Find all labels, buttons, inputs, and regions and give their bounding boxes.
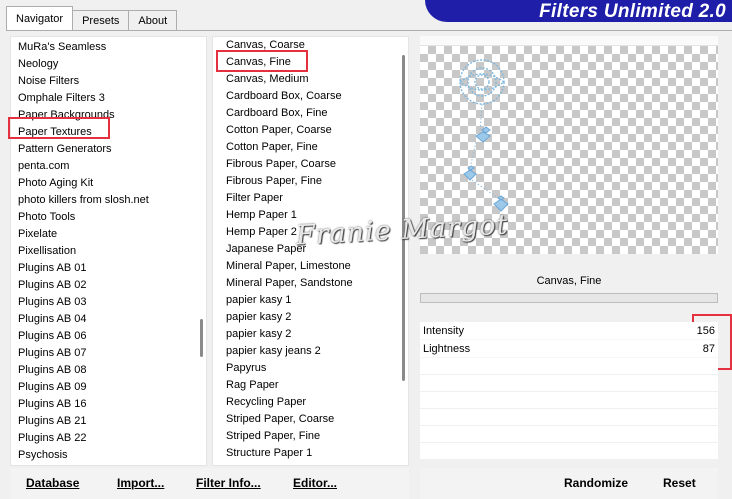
category-list[interactable]: MuRa's Seamless Neology Noise Filters Ompha… (10, 36, 207, 466)
filter-list-item[interactable]: Canvas, Coarse (219, 37, 396, 54)
randomize-button[interactable]: Randomize (564, 476, 628, 490)
filter-list-item[interactable]: Canvas, Fine (219, 54, 396, 71)
import-button[interactable]: Import... (117, 476, 164, 490)
reset-button[interactable]: Reset (663, 476, 696, 490)
filter-list-item[interactable]: Papyrus (219, 360, 396, 377)
filter-list-item[interactable]: papier kasy 2 (219, 326, 396, 343)
filter-list-item[interactable]: Canvas, Medium (219, 71, 396, 88)
filter-list-item[interactable]: Striped Paper, Coarse (219, 411, 396, 428)
app-title: Filters Unlimited 2.0 (539, 1, 726, 22)
category-list-item[interactable]: Neology (11, 56, 194, 73)
param-intensity[interactable]: Intensity 156 (420, 322, 718, 340)
param-value[interactable]: 156 (688, 325, 718, 337)
category-list-item[interactable]: Plugins AB 02 (11, 277, 194, 294)
filter-list-item[interactable]: Mineral Paper, Sandstone (219, 275, 396, 292)
filter-list-item[interactable]: papier kasy 1 (219, 292, 396, 309)
category-items: MuRa's Seamless Neology Noise Filters Ompha… (11, 39, 194, 464)
tab-navigator[interactable]: Navigator (6, 6, 74, 30)
category-list-item[interactable]: Pattern Generators (11, 141, 194, 158)
category-list-item[interactable]: photo killers from slosh.net (11, 192, 194, 209)
category-list-item[interactable]: Noise Filters (11, 73, 194, 90)
filter-list-item[interactable]: Cotton Paper, Fine (219, 139, 396, 156)
category-list-item[interactable]: Plugins AB 16 (11, 396, 194, 413)
category-list-item[interactable]: penta.com (11, 158, 194, 175)
decor-ornament (459, 59, 506, 105)
database-button[interactable]: Database (26, 476, 79, 490)
filter-list-item[interactable]: Cotton Paper, Coarse (219, 122, 396, 139)
filter-list-item[interactable]: Mineral Paper, Limestone (219, 258, 396, 275)
category-list-item[interactable]: Pixelate (11, 226, 194, 243)
editor-button[interactable]: Editor... (293, 476, 337, 490)
category-list-item[interactable]: Plugins AB 07 (11, 345, 194, 362)
param-label: Intensity (423, 324, 464, 337)
app-banner: Filters Unlimited 2.0 (425, 0, 732, 22)
tab-bar-divider (6, 30, 732, 31)
preview-frame-top (420, 36, 718, 46)
filter-list-item[interactable]: Filter Paper (219, 190, 396, 207)
progress-bar (420, 293, 718, 303)
category-list-item[interactable]: Paper Textures (11, 124, 194, 141)
category-list-item[interactable]: Plugins AB 08 (11, 362, 194, 379)
category-list-item[interactable]: Plugins AB 22 (11, 430, 194, 447)
category-list-item[interactable]: Omphale Filters 3 (11, 90, 194, 107)
category-scroll-thumb[interactable] (200, 319, 203, 357)
filter-list[interactable]: Canvas, Coarse Canvas, Fine Canvas, Medium… (212, 36, 409, 466)
param-lightness[interactable]: Lightness 87 (420, 340, 718, 358)
filter-info-button[interactable]: Filter Info... (196, 476, 261, 490)
param-empty-row (420, 409, 718, 426)
category-list-item[interactable]: Psychosis (11, 447, 194, 464)
category-list-item[interactable]: Plugins AB 09 (11, 379, 194, 396)
current-filter-name: Canvas, Fine (536, 275, 602, 287)
category-list-item[interactable]: Paper Backgrounds (11, 107, 194, 124)
category-list-item[interactable]: Photo Aging Kit (11, 175, 194, 192)
filter-list-item[interactable]: papier kasy 2 (219, 309, 396, 326)
param-label: Lightness (423, 342, 471, 355)
param-empty-row (420, 426, 718, 443)
decor-drops (463, 126, 509, 212)
param-empty-row (420, 375, 718, 392)
filter-list-item[interactable]: Recycling Paper (219, 394, 396, 411)
filter-list-item[interactable]: Rag Paper (219, 377, 396, 394)
category-scrollbar[interactable] (200, 39, 204, 463)
tab-strip: Navigator Presets About (6, 6, 178, 30)
filter-list-item[interactable]: Cardboard Box, Fine (219, 105, 396, 122)
category-list-item[interactable]: Plugins AB 04 (11, 311, 194, 328)
filter-list-item[interactable]: papier kasy jeans 2 (219, 343, 396, 360)
category-list-item[interactable]: Photo Tools (11, 209, 194, 226)
category-list-item[interactable]: MuRa's Seamless (11, 39, 194, 56)
filter-list-item[interactable]: Fibrous Paper, Fine (219, 173, 396, 190)
param-value[interactable]: 87 (688, 343, 718, 355)
category-list-item[interactable]: Plugins AB 01 (11, 260, 194, 277)
category-list-item[interactable]: Plugins AB 06 (11, 328, 194, 345)
category-list-item[interactable]: Pixellisation (11, 243, 194, 260)
param-empty-row (420, 443, 718, 460)
param-empty-row (420, 392, 718, 409)
tab-about[interactable]: About (128, 10, 178, 30)
tab-presets[interactable]: Presets (72, 10, 130, 30)
filter-list-item[interactable]: Cardboard Box, Coarse (219, 88, 396, 105)
param-empty-row (420, 358, 718, 375)
filter-list-item[interactable]: Fibrous Paper, Coarse (219, 156, 396, 173)
bottom-toolbar-right: Randomize Reset (420, 468, 718, 499)
filter-list-item[interactable]: Striped Paper, Fine (219, 428, 396, 445)
parameter-panel: Intensity 156 Lightness 87 (420, 322, 718, 460)
category-list-item[interactable]: Plugins AB 03 (11, 294, 194, 311)
bottom-toolbar-left: Database Import... Filter Info... Editor… (10, 468, 409, 499)
filter-list-item[interactable]: Structure Paper 1 (219, 445, 396, 462)
decor-stem (469, 103, 499, 199)
filter-scrollbar[interactable] (402, 39, 406, 463)
category-list-item[interactable]: Plugins AB 21 (11, 413, 194, 430)
